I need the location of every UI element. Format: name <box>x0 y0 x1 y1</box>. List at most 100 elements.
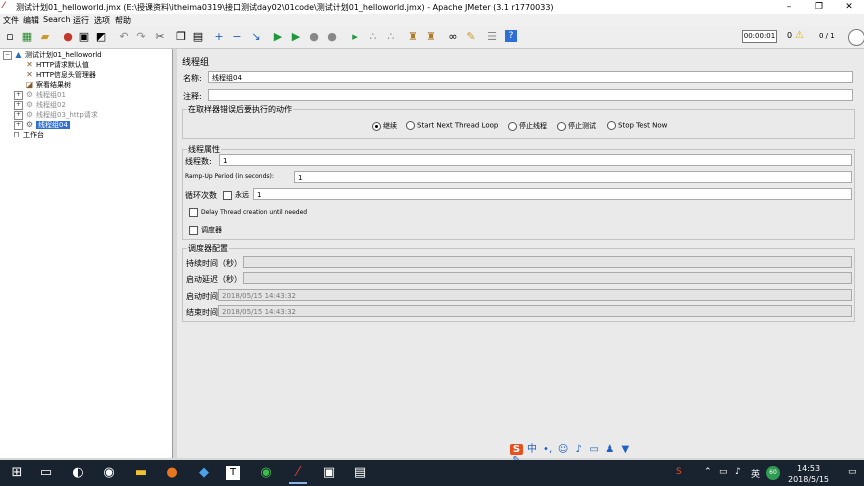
start-time-field[interactable]: 2018/05/15 14:43:32 <box>218 289 852 301</box>
sogou-tray-icon[interactable]: S <box>676 467 682 477</box>
menu-edit[interactable]: 编辑 <box>23 15 39 26</box>
clear-all-icon[interactable]: ♜ <box>424 30 438 44</box>
expand-icon[interactable]: + <box>14 110 23 120</box>
end-time-field[interactable]: 2018/05/15 14:43:32 <box>218 305 852 317</box>
expand-icon[interactable]: + <box>212 30 226 44</box>
status-globe-icon[interactable] <box>848 29 864 46</box>
radio-stop-thread[interactable]: 停止线程 <box>508 121 547 131</box>
cut-icon[interactable]: ✂ <box>153 30 167 44</box>
maximize-button[interactable]: ❐ <box>805 0 833 14</box>
menu-search[interactable]: Search <box>43 15 70 24</box>
minimize-button[interactable]: – <box>775 0 803 14</box>
forever-checkbox[interactable]: 永远 <box>223 190 249 200</box>
notifications-icon[interactable]: ▭ <box>848 467 857 477</box>
threads-field[interactable]: 1 <box>219 154 852 166</box>
scheduler-checkbox[interactable]: 调度器 <box>189 225 222 235</box>
radio-continue[interactable]: 继续 <box>372 121 397 131</box>
tree-node-workbench[interactable]: ⊓ 工作台 <box>12 130 44 140</box>
notepad-icon[interactable]: ▤ <box>351 464 369 482</box>
tree-node-threadgroup-01[interactable]: + ⚙ 线程组01 <box>14 90 66 100</box>
ime-tray-label[interactable]: 英 <box>751 467 760 480</box>
volume-icon[interactable]: ♪ <box>735 467 741 477</box>
radio-stop-test-now[interactable]: Stop Test Now <box>607 121 667 130</box>
name-field[interactable]: 线程组04 <box>208 71 853 83</box>
loop-count-field[interactable]: 1 <box>253 188 852 200</box>
skin-icon[interactable]: ♟ <box>603 444 616 455</box>
delay-creation-checkbox[interactable]: Delay Thread creation until needed <box>189 208 307 217</box>
tree-node-http-defaults[interactable]: ✕ HTTP请求默认值 <box>25 60 89 70</box>
templates-icon[interactable]: ▦ <box>20 30 34 44</box>
checkbox-icon <box>189 208 198 217</box>
tree-node-results-tree[interactable]: ◪ 察看结果树 <box>25 80 71 90</box>
tree-node-threadgroup-04[interactable]: + ⚙ 线程组04 <box>14 120 70 130</box>
collapse-icon[interactable]: − <box>230 30 244 44</box>
ime-mode-label[interactable]: 中 <box>526 440 539 455</box>
shutdown-icon[interactable]: ● <box>325 30 339 44</box>
clock-time[interactable]: 14:53 <box>797 464 820 473</box>
jmeter-taskbar-icon[interactable]: ⁄ <box>289 464 307 484</box>
radio-stop-test[interactable]: 停止测试 <box>557 121 596 131</box>
collapse-icon[interactable]: − <box>3 50 12 60</box>
tree-node-label: 察看结果树 <box>36 81 71 89</box>
save-as-icon[interactable]: ◩ <box>94 30 108 44</box>
task-view-icon[interactable]: ▭ <box>37 464 55 482</box>
save-icon[interactable]: ▣ <box>77 30 91 44</box>
remote-stop-icon[interactable]: ∴ <box>366 30 380 44</box>
open-folder-icon[interactable]: ▰ <box>38 30 52 44</box>
stop-icon[interactable]: ● <box>307 30 321 44</box>
menu-options[interactable]: 选项 <box>94 15 110 26</box>
startup-delay-field[interactable] <box>243 272 852 284</box>
expand-icon[interactable]: + <box>14 100 23 110</box>
sogou-app-icon[interactable]: ◉ <box>257 464 275 482</box>
new-icon[interactable]: ▫ <box>3 30 17 44</box>
menu-run[interactable]: 运行 <box>73 15 89 26</box>
typora-icon[interactable]: T <box>226 466 240 480</box>
network-icon[interactable]: ▭ <box>719 467 728 477</box>
tree-node-threadgroup-03[interactable]: + ⚙ 线程组03_http请求 <box>14 110 98 120</box>
status-badge[interactable]: 60 <box>766 466 780 480</box>
remote-exit-icon[interactable]: ∴ <box>384 30 398 44</box>
close-button[interactable]: ✕ <box>835 0 863 14</box>
remote-start-icon[interactable]: ▸ <box>348 30 362 44</box>
start-icon[interactable]: ▶ <box>271 30 285 44</box>
tree-node-test-plan[interactable]: − ▲ 测试计划01_helloworld <box>3 50 102 60</box>
radio-start-next-loop[interactable]: Start Next Thread Loop <box>406 121 498 130</box>
search-binoculars-icon[interactable]: ∞ <box>446 30 460 44</box>
warning-icon[interactable]: ⚠ <box>795 30 804 41</box>
sogou-logo-icon[interactable]: S <box>510 444 523 455</box>
toggle-icon[interactable]: ↘ <box>249 30 263 44</box>
keyboard-icon[interactable]: ▭ <box>588 444 601 455</box>
tree-node-header-manager[interactable]: ✕ HTTP信息头管理器 <box>25 70 96 80</box>
rampup-field[interactable]: 1 <box>294 171 852 183</box>
paste-icon[interactable]: ▤ <box>191 30 205 44</box>
voice-icon[interactable]: ♪ <box>572 444 585 455</box>
file-explorer-icon[interactable]: ▬ <box>132 464 150 482</box>
terminal-icon[interactable]: ▣ <box>320 464 338 482</box>
comment-field[interactable] <box>208 89 853 101</box>
undo-icon[interactable]: ↶ <box>117 30 131 44</box>
start-no-pause-icon[interactable]: ▶ <box>289 30 303 44</box>
menu-file[interactable]: 文件 <box>3 15 19 26</box>
close-plan-icon[interactable]: ● <box>61 30 75 44</box>
copy-icon[interactable]: ❐ <box>174 30 188 44</box>
duration-field[interactable] <box>243 256 852 268</box>
shirt-icon[interactable]: ▼ <box>619 444 632 455</box>
emoji-icon[interactable]: ☺ <box>557 444 570 455</box>
menu-help[interactable]: 帮助 <box>115 15 131 26</box>
chevron-up-icon[interactable]: ⌃ <box>704 467 712 477</box>
app-icon-1[interactable]: ◐ <box>69 464 87 482</box>
start-windows-icon[interactable]: ⊞ <box>8 464 26 482</box>
clear-icon[interactable]: ♜ <box>406 30 420 44</box>
expand-icon[interactable]: + <box>14 120 23 130</box>
expand-icon[interactable]: + <box>14 90 23 100</box>
reset-search-icon[interactable]: ✎ <box>464 30 478 44</box>
clock-date[interactable]: 2018/5/15 <box>788 475 829 484</box>
function-helper-icon[interactable]: ☰ <box>485 30 499 44</box>
help-icon[interactable]: ? <box>505 30 517 42</box>
app-icon-2[interactable]: ◉ <box>100 464 118 482</box>
vscode-icon[interactable]: ◆ <box>195 464 213 482</box>
tree-node-threadgroup-02[interactable]: + ⚙ 线程组02 <box>14 100 66 110</box>
punctuation-icon[interactable]: •, <box>541 444 554 455</box>
redo-icon[interactable]: ↷ <box>134 30 148 44</box>
firefox-icon[interactable]: ● <box>163 464 181 482</box>
